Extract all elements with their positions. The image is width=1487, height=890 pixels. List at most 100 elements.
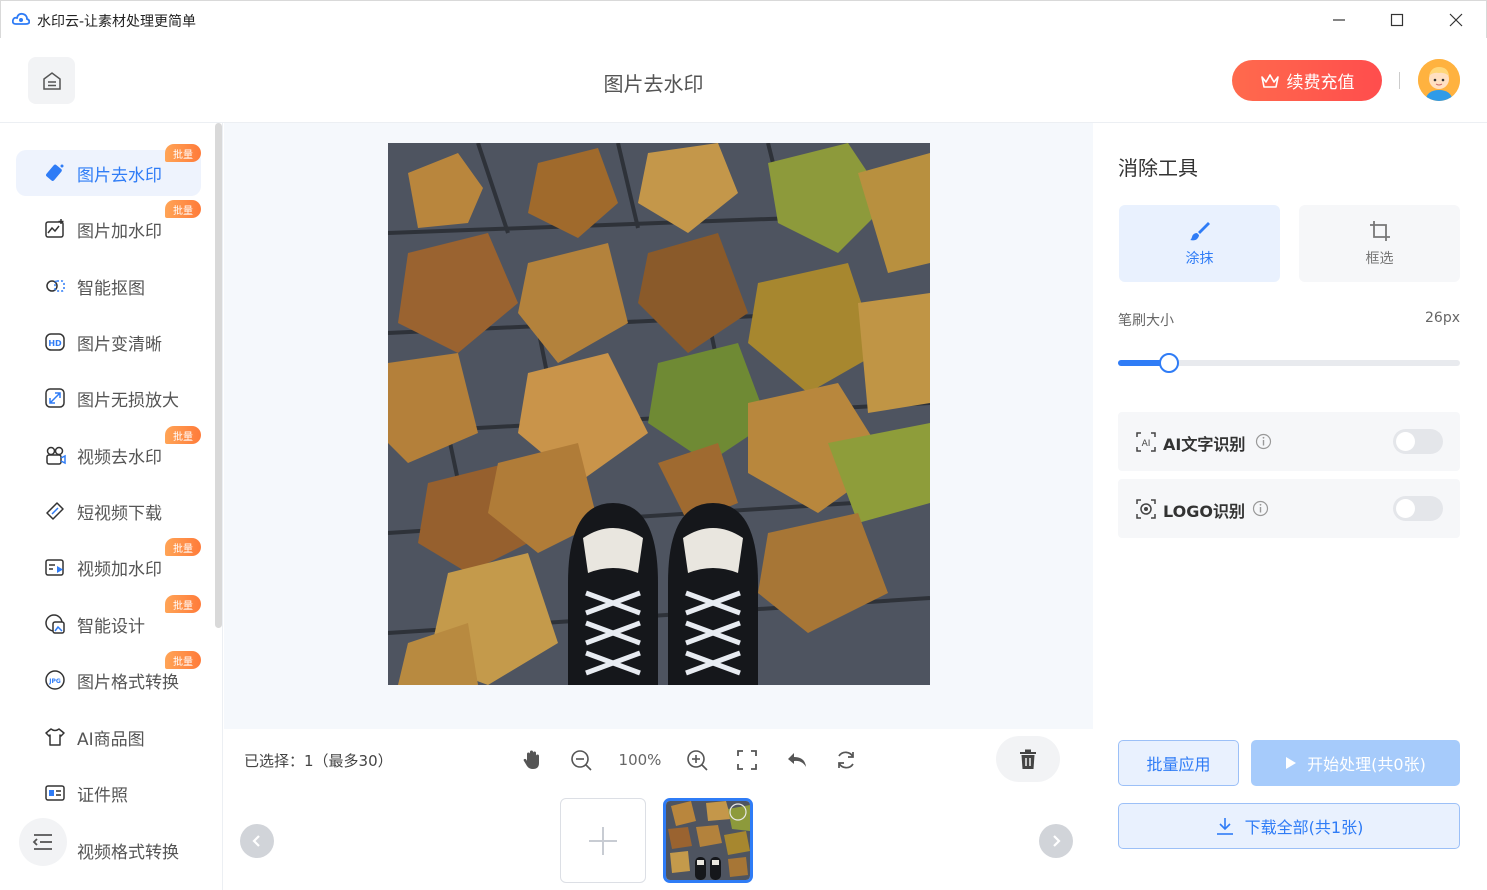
link-icon — [44, 500, 66, 522]
sidebar-item-remove-watermark[interactable]: 图片去水印 批量 — [16, 144, 201, 196]
ai-text-label: AI文字识别 — [1163, 435, 1246, 454]
sidebar-item-smart-cutout[interactable]: 智能抠图 — [16, 263, 201, 309]
box-select-mode-button[interactable]: 框选 — [1299, 205, 1460, 282]
slider-handle[interactable] — [1159, 353, 1180, 373]
avatar[interactable] — [1418, 59, 1460, 101]
sidebar-item-label: AI商品图 — [77, 729, 145, 750]
brush-icon — [1189, 221, 1210, 240]
cutout-icon — [44, 275, 66, 297]
batch-badge: 批量 — [165, 538, 201, 556]
box-select-mode-label: 框选 — [1365, 250, 1394, 267]
sidebar-item-enlarge[interactable]: 图片无损放大 — [16, 375, 201, 421]
batch-badge: 批量 — [165, 426, 201, 444]
sidebar-item-label: 视频格式转换 — [77, 842, 179, 863]
sidebar-item-label: 视频去水印 — [77, 447, 162, 468]
chevron-left-icon — [252, 835, 260, 847]
download-all-button[interactable]: 下载全部(共1张) — [1118, 803, 1460, 849]
undo-button[interactable] — [785, 748, 809, 772]
app-header: 图片去水印 续费充值 — [0, 38, 1487, 123]
start-processing-button[interactable]: 开始处理(共0张) — [1251, 740, 1460, 786]
zoom-level: 100% — [618, 751, 662, 769]
add-image-button[interactable] — [560, 798, 646, 883]
sidebar-item-label: 证件照 — [77, 785, 128, 806]
brush-size-value: 26px — [1425, 310, 1460, 326]
renew-button[interactable]: 续费充值 — [1232, 60, 1382, 101]
start-processing-label: 开始处理(共0张) — [1307, 755, 1426, 774]
ai-text-toggle[interactable] — [1393, 429, 1443, 454]
smear-mode-button[interactable]: 涂抹 — [1119, 205, 1280, 282]
renew-label: 续费充值 — [1286, 73, 1355, 93]
zoom-out-icon — [571, 750, 592, 771]
hd-icon: HD — [44, 331, 66, 353]
logo-toggle[interactable] — [1393, 496, 1443, 521]
collapse-menu-icon — [32, 834, 52, 850]
sidebar-item-video-download[interactable]: 短视频下载 — [16, 488, 201, 534]
window-title: 水印云-让素材处理更简单 — [37, 14, 197, 30]
zoom-out-button[interactable] — [569, 748, 593, 772]
sidebar-item-ai-product[interactable]: AI商品图 — [16, 714, 201, 760]
selection-info: 已选择：1（最多30） — [244, 752, 393, 770]
play-icon — [1286, 757, 1297, 769]
edit-image[interactable] — [388, 143, 930, 685]
batch-badge: 批量 — [165, 595, 201, 613]
user-avatar-icon — [1418, 59, 1460, 101]
svg-text:JPG: JPG — [48, 678, 61, 685]
cloud-logo-icon — [12, 12, 30, 25]
sidebar-item-label: 图片去水印 — [77, 165, 162, 186]
enlarge-icon — [44, 387, 66, 409]
sidebar-item-video-remove-watermark[interactable]: 视频去水印 批量 — [16, 426, 201, 478]
sidebar-item-add-watermark[interactable]: 图片加水印 批量 — [16, 200, 201, 252]
prev-image-button[interactable] — [240, 824, 274, 858]
tool-panel: 消除工具 涂抹 框选 笔刷大小 26px AI AI文字识别 LOGO识别 批量… — [1093, 123, 1487, 890]
info-icon[interactable] — [1255, 433, 1272, 450]
undo-icon — [788, 753, 806, 767]
chevron-right-icon — [1053, 835, 1061, 847]
ai-text-icon: AI — [1136, 432, 1156, 452]
sidebar-item-label: 短视频下载 — [77, 503, 162, 524]
sidebar-item-label: 智能设计 — [77, 616, 145, 637]
sidebar-scrollbar[interactable] — [215, 123, 222, 628]
maximize-button[interactable] — [1385, 9, 1409, 31]
sidebar-item-smart-design[interactable]: 智能设计 批量 — [16, 595, 201, 647]
sidebar-item-video-add-watermark[interactable]: 视频加水印 批量 — [16, 538, 201, 590]
toggle-knob — [1396, 432, 1415, 451]
sidebar-item-label: 图片加水印 — [77, 221, 162, 242]
close-icon — [1449, 13, 1463, 27]
fullscreen-icon — [737, 750, 757, 770]
svg-text:AI: AI — [1142, 439, 1151, 449]
page-title: 图片去水印 — [603, 72, 704, 96]
next-image-button[interactable] — [1039, 824, 1073, 858]
sidebar: 图片去水印 批量 图片加水印 批量 智能抠图 HD 图片变清晰 图片无损放大 视… — [0, 123, 223, 890]
batch-apply-button[interactable]: 批量应用 — [1118, 740, 1239, 786]
id-card-icon — [44, 782, 66, 804]
delete-button[interactable] — [996, 736, 1060, 782]
info-icon[interactable] — [1252, 500, 1269, 517]
zoom-in-icon — [687, 750, 708, 771]
collapse-sidebar-button[interactable] — [19, 818, 67, 866]
image-add-icon — [44, 218, 66, 240]
sidebar-item-label: 图片无损放大 — [77, 390, 179, 411]
pan-tool-button[interactable] — [520, 748, 544, 772]
sidebar-item-image-format[interactable]: JPG 图片格式转换 批量 — [16, 651, 201, 703]
refresh-icon — [838, 751, 854, 769]
title-bar: 水印云-让素材处理更简单 — [0, 0, 1487, 38]
image-thumbnail[interactable] — [663, 798, 753, 883]
sidebar-item-sharpen[interactable]: HD 图片变清晰 — [16, 319, 201, 365]
zoom-in-button[interactable] — [685, 748, 709, 772]
download-all-label: 下载全部(共1张) — [1244, 818, 1364, 837]
minimize-button[interactable] — [1327, 9, 1351, 31]
design-icon — [44, 613, 66, 635]
header-divider — [1399, 72, 1400, 89]
editor-canvas[interactable] — [224, 123, 1093, 729]
video-add-icon — [44, 556, 66, 578]
minimize-icon — [1333, 19, 1345, 21]
batch-badge: 批量 — [165, 144, 201, 162]
brush-size-slider[interactable] — [1118, 352, 1460, 374]
smear-mode-label: 涂抹 — [1185, 250, 1214, 267]
reset-button[interactable] — [834, 748, 858, 772]
close-button[interactable] — [1444, 9, 1468, 31]
toggle-knob — [1396, 499, 1415, 518]
sidebar-item-id-photo[interactable]: 证件照 — [16, 770, 201, 816]
fit-screen-button[interactable] — [735, 748, 759, 772]
hand-icon — [523, 750, 539, 769]
